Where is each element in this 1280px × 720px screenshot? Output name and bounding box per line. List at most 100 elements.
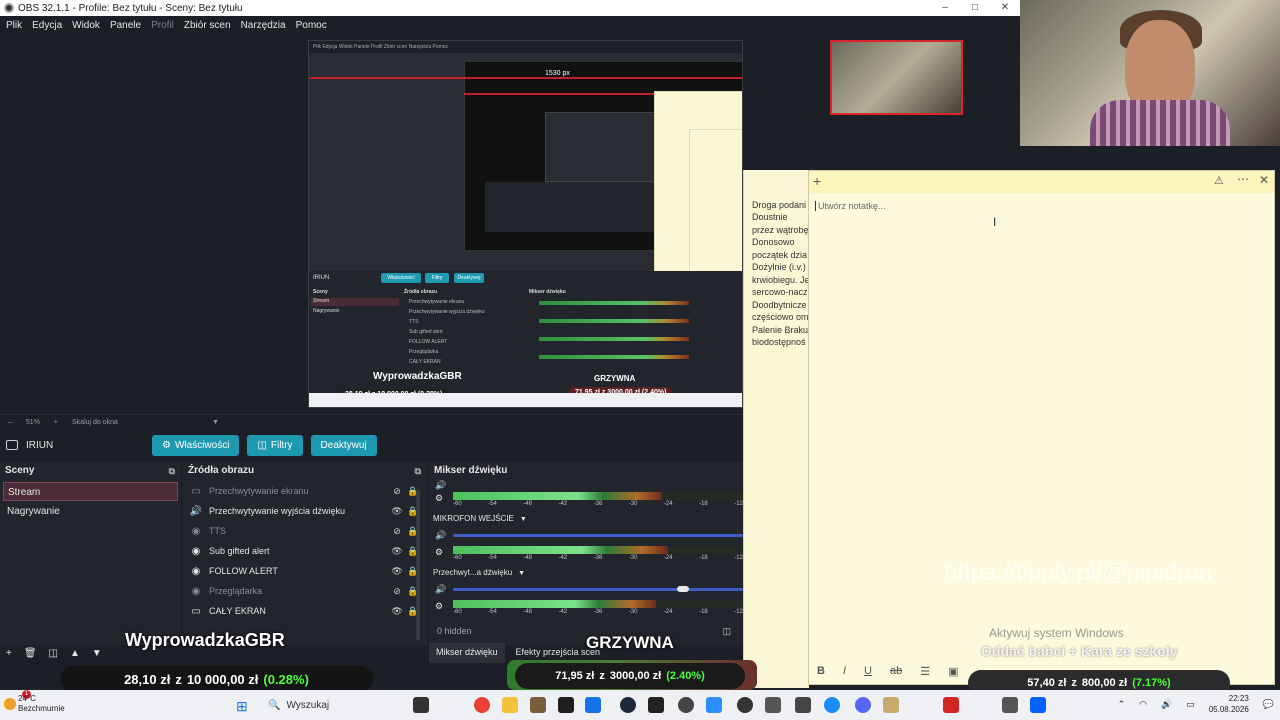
sticky-note-window: + ⚠ ⋯ ✕ Utwórz notatkę... I https://tipp…	[808, 170, 1275, 685]
settings-icon[interactable]: ⚙	[435, 547, 443, 558]
close-icon[interactable]: ✕	[1259, 173, 1269, 187]
source-item[interactable]: ▭ Przechwytywanie ekranu ⊘ 🔒	[189, 481, 421, 501]
eye-icon[interactable]: 👁	[389, 506, 405, 517]
task-view-icon[interactable]	[413, 697, 429, 713]
volume-slider[interactable]	[453, 588, 743, 591]
volume-tray-icon[interactable]: 🔊	[1161, 699, 1172, 710]
menu-file[interactable]: Plik	[6, 20, 22, 31]
add-scene-button[interactable]: +	[6, 648, 12, 659]
app-icon[interactable]	[706, 697, 722, 713]
image-button[interactable]: ▣	[948, 665, 958, 678]
source-item[interactable]: ◉ Przeglądarka ⊘ 🔒	[189, 581, 421, 601]
minecraft-icon[interactable]	[530, 697, 546, 713]
app-icon[interactable]	[558, 697, 574, 713]
list-button[interactable]: ☰	[920, 665, 930, 678]
sources-dock-title: Źródła obrazu ⧉	[183, 462, 427, 480]
settings-icon[interactable]: ⚙	[435, 493, 443, 504]
app-icon[interactable]	[765, 697, 781, 713]
remove-scene-button[interactable]: 🗑	[24, 648, 37, 659]
warning-icon[interactable]: ⚠	[1214, 174, 1224, 187]
volume-icon[interactable]: 🔊	[435, 530, 446, 541]
menu-view[interactable]: Widok	[72, 20, 100, 31]
battery-icon[interactable]: ▭	[1186, 699, 1195, 710]
app-icon[interactable]	[795, 697, 811, 713]
eye-hidden-icon[interactable]: ⊘	[389, 586, 405, 597]
channel-label[interactable]: Przechwyt...a dźwięku ▼	[433, 568, 525, 577]
zoom-in-icon[interactable]: +	[54, 419, 58, 426]
menu-tools[interactable]: Narzędzia	[241, 20, 286, 31]
scene-item-nagrywanie[interactable]: Nagrywanie	[3, 502, 178, 521]
monitor-icon: ▭	[191, 605, 201, 617]
file-explorer-icon[interactable]	[502, 697, 518, 713]
menu-docks[interactable]: Panele	[110, 20, 141, 31]
clock[interactable]: 22:23 05.08.2026	[1209, 693, 1249, 715]
zoom-icon[interactable]	[824, 697, 840, 713]
eye-icon[interactable]: 👁	[389, 606, 405, 617]
app-icon[interactable]	[1002, 697, 1018, 713]
tab-audio-mixer[interactable]: Mikser dźwięku	[429, 643, 505, 663]
maximize-button[interactable]: □	[960, 0, 990, 16]
background-note[interactable]: Droga podani Doustnie przez wątrobę Dono…	[743, 170, 809, 688]
source-item[interactable]: ◉ Sub gifted alert 👁 🔒	[189, 541, 421, 561]
zoom-out-icon[interactable]: –	[8, 419, 12, 426]
steam-icon[interactable]	[620, 697, 636, 713]
store-icon[interactable]	[585, 697, 601, 713]
app-icon[interactable]	[678, 697, 694, 713]
underline-button[interactable]: U	[864, 665, 872, 677]
minimize-button[interactable]: –	[930, 0, 960, 16]
note-text-input[interactable]: Utwórz notatkę...	[815, 201, 886, 211]
more-options-icon[interactable]: ⋯	[1237, 172, 1249, 186]
menu-profile[interactable]: Profil	[151, 20, 174, 31]
close-button[interactable]: ✕	[990, 0, 1020, 16]
dropbox-icon[interactable]	[1030, 697, 1046, 713]
eye-hidden-icon[interactable]: ⊘	[389, 486, 405, 497]
notifications-icon[interactable]: 💬	[1263, 699, 1274, 710]
move-up-button[interactable]: ▲	[70, 648, 80, 659]
wifi-icon[interactable]: ◠	[1139, 699, 1147, 710]
taskbar-search[interactable]: 🔍 Wyszukaj	[262, 694, 402, 716]
properties-button[interactable]: ⚙ Właściwości	[152, 434, 240, 456]
obs-icon[interactable]	[737, 697, 753, 713]
menu-help[interactable]: Pomoc	[296, 20, 327, 31]
menu-scene-collection[interactable]: Zbiór scen	[184, 20, 231, 31]
scale-to-window-label[interactable]: Skaluj do okna	[72, 419, 118, 426]
strikethrough-button[interactable]: ab	[890, 665, 902, 677]
volume-icon[interactable]: 🔊	[435, 480, 446, 491]
deactivate-button[interactable]: Deaktywuj	[310, 434, 377, 456]
scene-filters-button[interactable]: ◫	[49, 648, 58, 659]
app-icon[interactable]	[943, 697, 959, 713]
volume-icon[interactable]: 🔊	[435, 584, 446, 595]
source-item[interactable]: ◉ TTS ⊘ 🔒	[189, 521, 421, 541]
app-icon[interactable]	[883, 697, 899, 713]
undock-icon[interactable]: ⧉	[415, 462, 421, 480]
eye-icon[interactable]: 👁	[389, 566, 405, 577]
tray-chevron-icon[interactable]: ⌃	[1118, 699, 1126, 710]
app-icon[interactable]	[648, 697, 664, 713]
mixer-layout-icon[interactable]: ◫	[722, 626, 731, 637]
settings-icon[interactable]: ⚙	[435, 601, 443, 612]
channel-label[interactable]: MIKROFON WEJŚCIE ▼	[433, 514, 527, 523]
add-note-icon[interactable]: +	[813, 173, 821, 189]
menu-edit[interactable]: Edycja	[32, 20, 62, 31]
mixer-dock: Mikser dźwięku 🔊 ⚙ -60 -54 -48 -42 -36 -30 -24…	[429, 462, 743, 645]
italic-button[interactable]: I	[843, 665, 846, 677]
source-item[interactable]: 🔊 Przechwytywanie wyjścia dźwięku 👁 🔒	[189, 501, 421, 521]
windows-start-icon[interactable]: ⊞	[236, 698, 248, 715]
filters-button[interactable]: ◫ Filtry	[247, 434, 303, 456]
discord-icon[interactable]	[855, 697, 871, 713]
source-item[interactable]: ▭ CAŁY EKRAN 👁 🔒	[189, 601, 421, 621]
source-item[interactable]: ◉ FOLLOW ALERT 👁 🔒	[189, 561, 421, 581]
scene-item-stream[interactable]: Stream	[3, 482, 178, 501]
move-down-button[interactable]: ▼	[92, 648, 102, 659]
obs-logo-icon	[4, 3, 14, 13]
volume-slider[interactable]	[453, 534, 743, 537]
undock-icon[interactable]: ⧉	[169, 462, 175, 480]
eye-hidden-icon[interactable]: ⊘	[389, 526, 405, 537]
weather-widget[interactable]: 24°C Bezchmurnie	[18, 694, 65, 714]
eye-icon[interactable]: 👁	[389, 546, 405, 557]
chrome-icon[interactable]	[474, 697, 490, 713]
volume-slider-knob[interactable]	[677, 586, 689, 592]
sources-scrollbar[interactable]	[416, 490, 420, 640]
scale-dropdown-icon[interactable]: ▼	[212, 419, 219, 426]
bold-button[interactable]: B	[817, 665, 825, 677]
